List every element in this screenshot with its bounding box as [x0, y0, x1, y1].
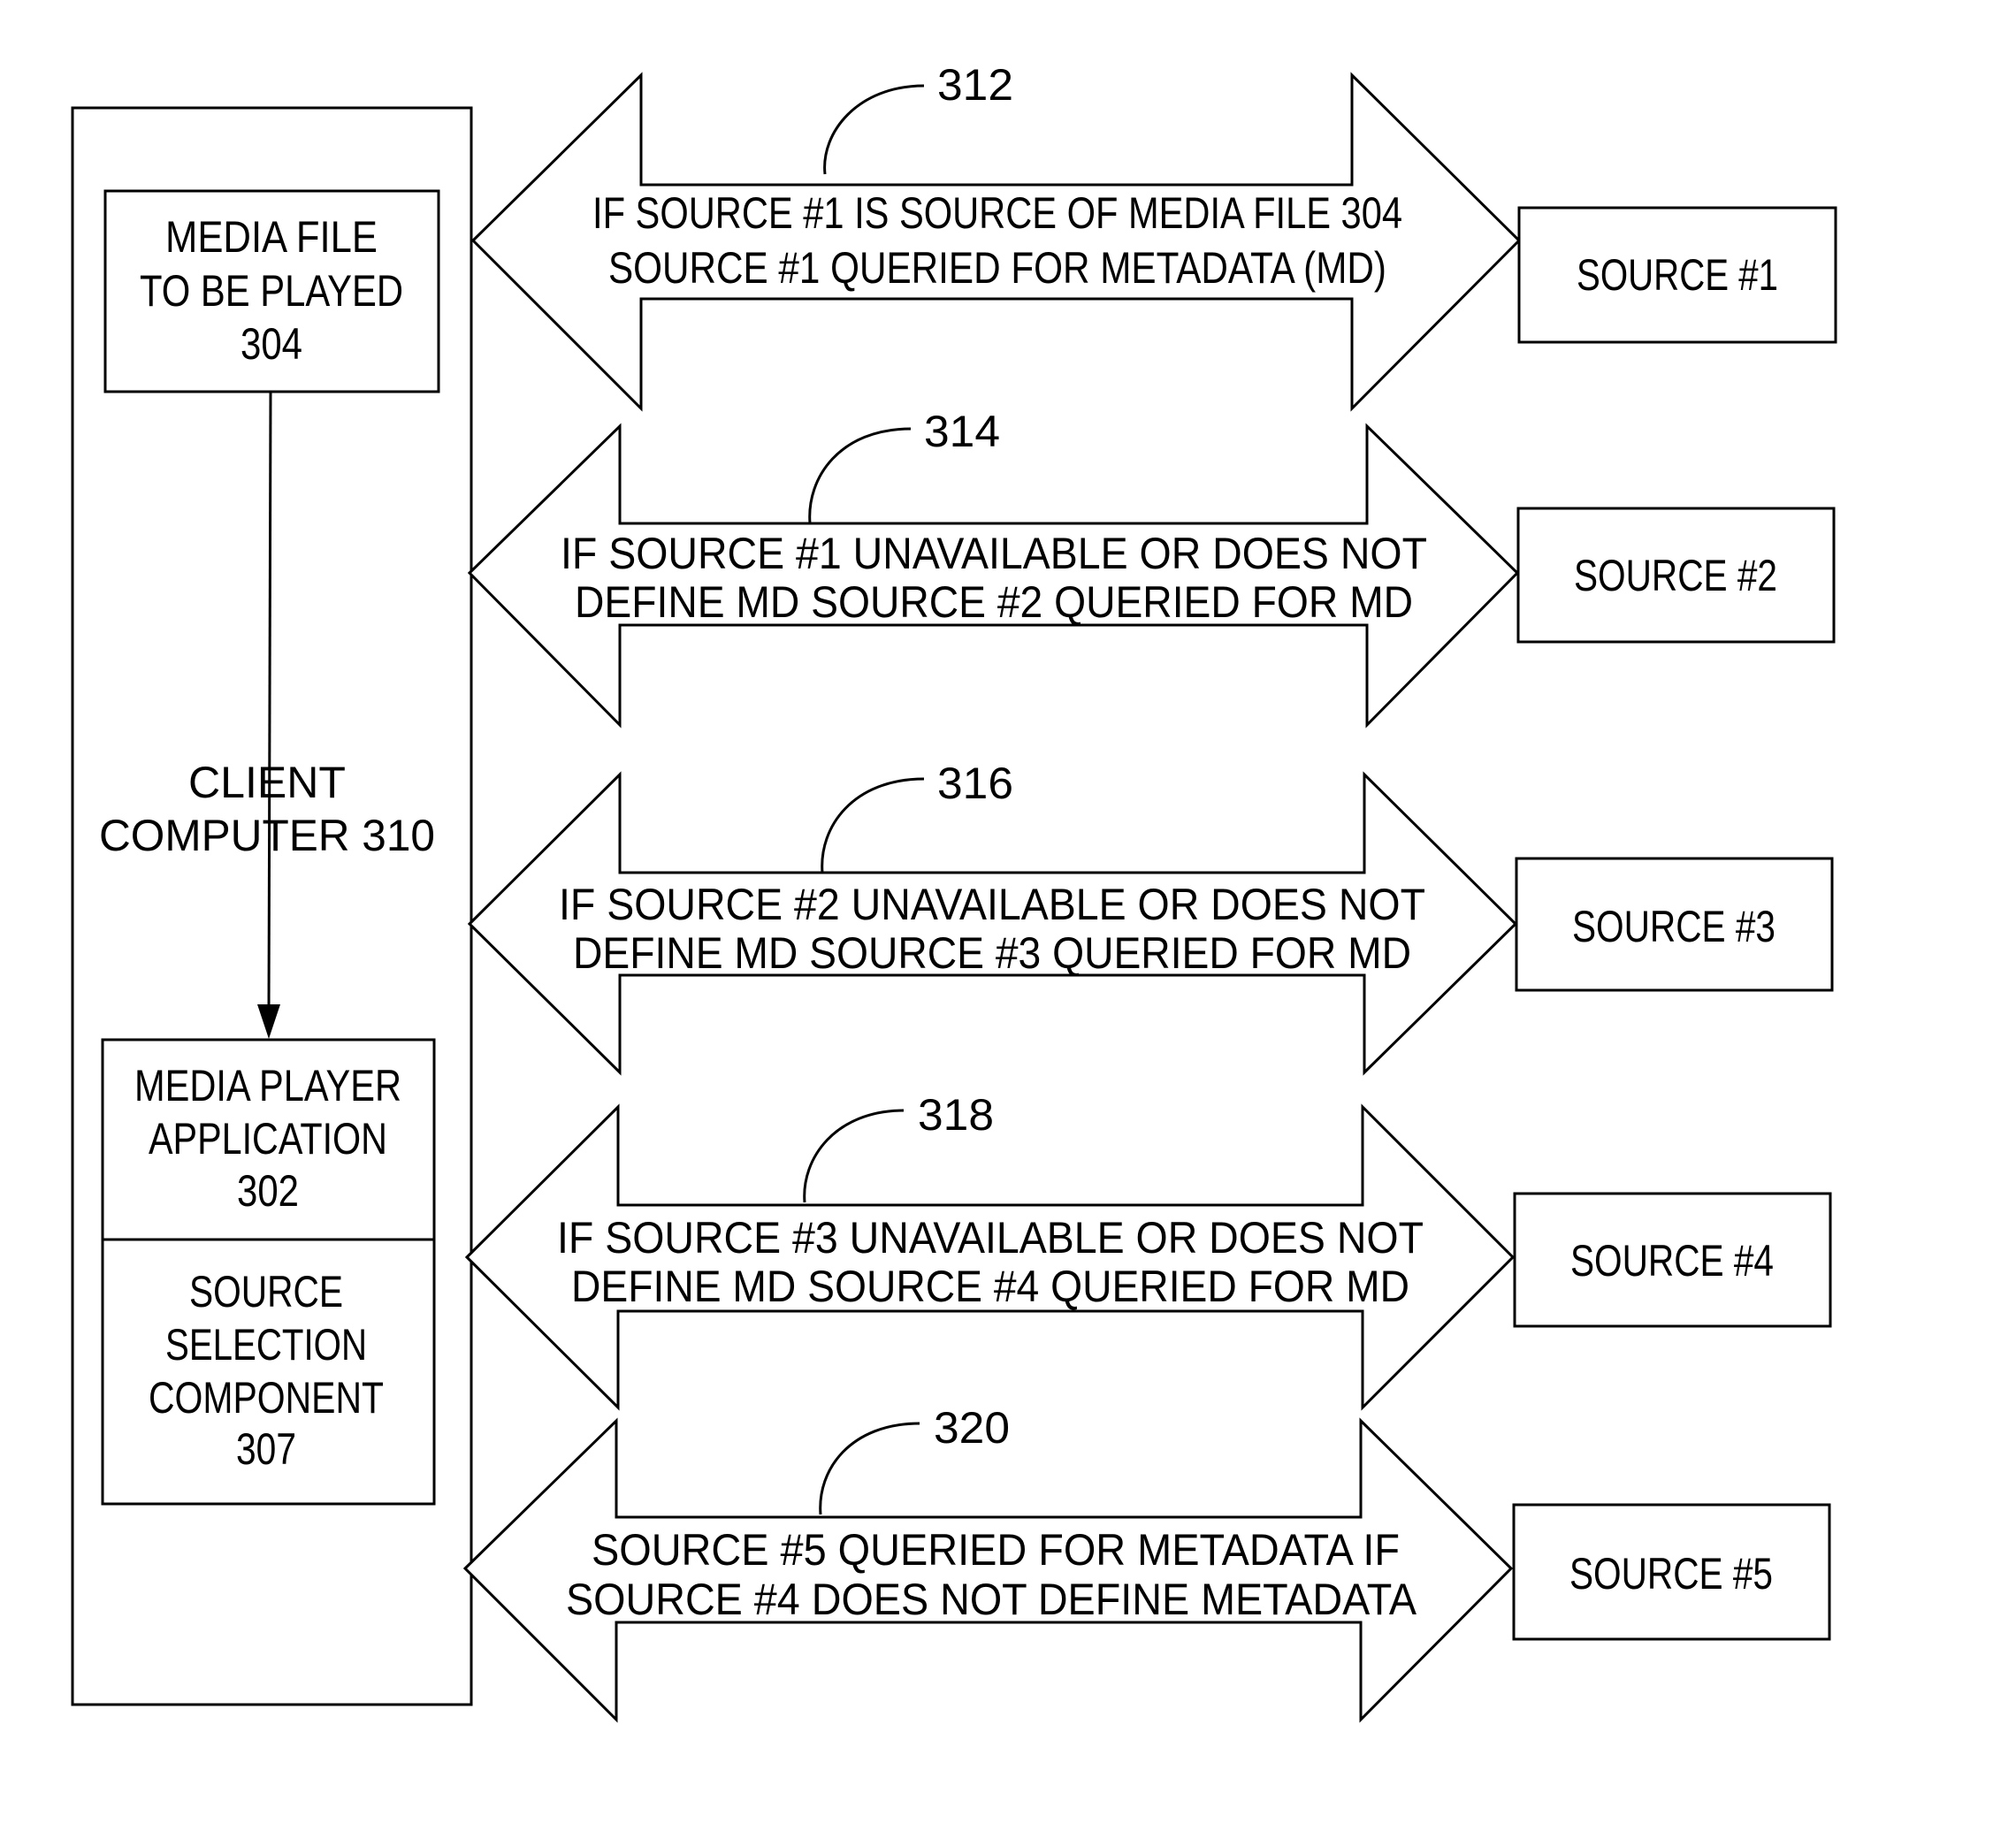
source-selection-line-3: COMPONENT: [149, 1373, 384, 1423]
reference-leader-line: [803, 1109, 905, 1203]
reference-number: 318: [918, 1090, 994, 1140]
flow-arrow-line: [267, 391, 272, 1009]
query-text-line-1: IF SOURCE #3 UNAVAILABLE OR DOES NOT: [557, 1213, 1424, 1263]
reference-number: 314: [924, 407, 1000, 456]
query-text-line-1: SOURCE #5 QUERIED FOR METADATA IF: [592, 1525, 1400, 1575]
query-text-line-1: IF SOURCE #1 IS SOURCE OF MEDIA FILE 304: [592, 188, 1402, 238]
diagram-canvas: MEDIA FILE TO BE PLAYED 304 CLIENT COMPU…: [71, 60, 1837, 1723]
source-label-4: SOURCE #4: [1570, 1236, 1774, 1286]
media-player-line-1: MEDIA PLAYER: [134, 1061, 401, 1110]
query-text-line-1: IF SOURCE #1 UNAVAILABLE OR DOES NOT: [561, 529, 1427, 578]
media-file-line-2: TO BE PLAYED: [140, 266, 403, 316]
reference-leader-line: [823, 84, 925, 175]
query-row: 320 SOURCE #5 QUERIED FOR METADATA IF SO…: [462, 1403, 1831, 1723]
source-selection-line-4: 307: [236, 1424, 296, 1474]
source-selection-line-2: SELECTION: [165, 1320, 367, 1369]
query-row: 314 IF SOURCE #1 UNAVAILABLE OR DOES NOT…: [467, 407, 1836, 729]
query-text-line-1: IF SOURCE #2 UNAVAILABLE OR DOES NOT: [559, 880, 1425, 929]
reference-leader-line: [808, 427, 912, 524]
reference-leader-line: [819, 1422, 920, 1515]
query-text-line-2: DEFINE MD SOURCE #4 QUERIED FOR MD: [571, 1262, 1409, 1311]
source-label-3: SOURCE #3: [1572, 902, 1775, 951]
source-selection-line-1: SOURCE: [189, 1267, 343, 1316]
query-text-line-2: DEFINE MD SOURCE #2 QUERIED FOR MD: [575, 577, 1413, 627]
query-text-line-2: DEFINE MD SOURCE #3 QUERIED FOR MD: [573, 928, 1411, 978]
source-label-2: SOURCE #2: [1574, 551, 1777, 600]
query-text-line-2: SOURCE #1 QUERIED FOR METADATA (MD): [608, 243, 1386, 293]
reference-number: 316: [937, 759, 1013, 808]
bidirectional-arrow: [470, 72, 1522, 412]
reference-number: 320: [934, 1403, 1010, 1453]
client-computer-label-line-2: COMPUTER 310: [99, 811, 435, 860]
query-row: 312 IF SOURCE #1 IS SOURCE OF MEDIA FILE…: [470, 60, 1837, 412]
source-label-5: SOURCE #5: [1569, 1549, 1773, 1598]
media-file-line-3: 304: [241, 319, 302, 369]
query-text-line-2: SOURCE #4 DOES NOT DEFINE METADATA: [566, 1575, 1417, 1624]
reference-leader-line: [821, 777, 925, 874]
reference-number: 312: [937, 60, 1013, 110]
query-row: 316 IF SOURCE #2 UNAVAILABLE OR DOES NOT…: [467, 759, 1834, 1076]
query-row: 318 IF SOURCE #3 UNAVAILABLE OR DOES NOT…: [464, 1090, 1832, 1411]
media-file-line-1: MEDIA FILE: [165, 212, 378, 262]
client-computer-label-line-1: CLIENT: [188, 758, 346, 807]
media-player-line-2: APPLICATION: [149, 1114, 387, 1163]
media-player-line-3: 302: [237, 1166, 299, 1216]
source-label-1: SOURCE #1: [1577, 250, 1778, 300]
